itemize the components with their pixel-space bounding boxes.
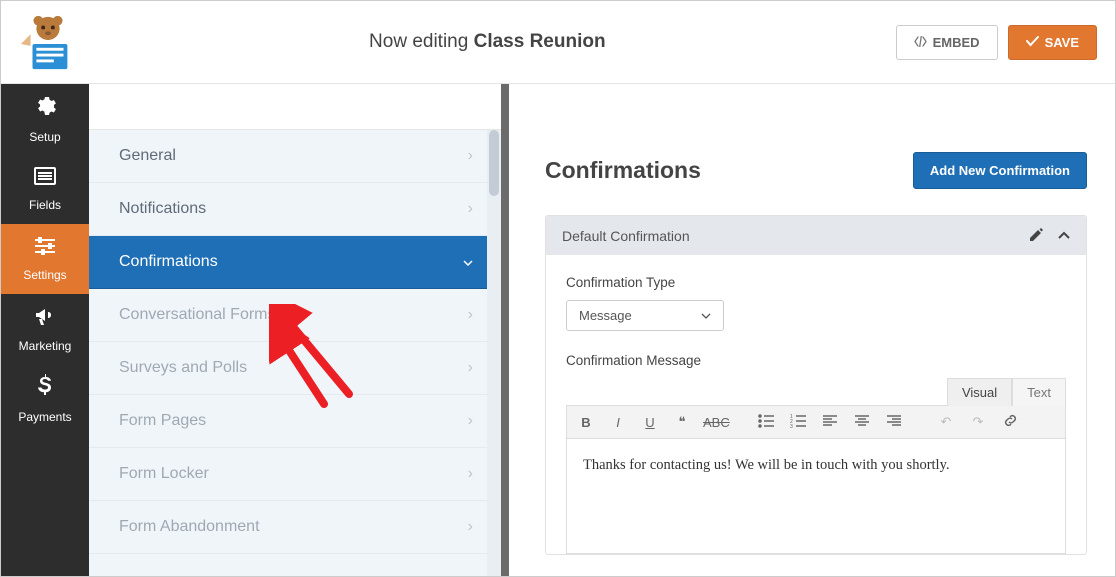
nav-label: Payments: [18, 410, 71, 424]
add-button-label: Add New Confirmation: [930, 163, 1070, 178]
settings-item-label: Notifications: [119, 200, 206, 218]
settings-item-label: Form Pages: [119, 412, 206, 430]
settings-item-label: Conversational Forms: [119, 306, 276, 324]
gear-icon: [33, 94, 57, 124]
confirmation-type-select[interactable]: Message: [566, 300, 724, 331]
nav-label: Settings: [23, 268, 66, 282]
settings-item-form-pages[interactable]: Form Pages ›: [89, 395, 501, 448]
scrollbar-thumb[interactable]: [489, 130, 499, 196]
confirmation-message-editor[interactable]: Thanks for contacting us! We will be in …: [566, 439, 1066, 554]
chevron-right-icon: ›: [468, 147, 473, 165]
check-icon: [1026, 35, 1039, 50]
redo-icon[interactable]: ↷: [967, 414, 989, 430]
chevron-right-icon: ›: [468, 359, 473, 377]
settings-scrollbar[interactable]: [487, 130, 501, 576]
link-icon[interactable]: [999, 413, 1021, 431]
align-right-icon[interactable]: [883, 415, 905, 430]
align-left-icon[interactable]: [819, 415, 841, 430]
chevron-right-icon: ›: [468, 306, 473, 324]
save-button[interactable]: SAVE: [1008, 25, 1097, 60]
nav-settings[interactable]: Settings: [1, 224, 89, 294]
tab-visual[interactable]: Visual: [947, 378, 1012, 406]
chevron-down-icon: [463, 253, 473, 271]
undo-icon[interactable]: ↶: [935, 414, 957, 430]
header-actions: EMBED SAVE: [896, 25, 1097, 60]
settings-item-label: Form Locker: [119, 465, 209, 483]
italic-icon[interactable]: I: [607, 415, 629, 430]
svg-text:3: 3: [790, 424, 793, 428]
editor-tabs: Visual Text: [566, 378, 1066, 406]
panel-header[interactable]: Default Confirmation: [546, 216, 1086, 255]
strikethrough-icon[interactable]: ABC: [703, 415, 725, 430]
settings-item-form-abandonment[interactable]: Form Abandonment ›: [89, 501, 501, 554]
editor-toolbar: B I U ❝ ABC 123: [566, 405, 1066, 439]
embed-button[interactable]: EMBED: [896, 25, 998, 60]
blockquote-icon[interactable]: ❝: [671, 414, 693, 430]
chevron-right-icon: ›: [468, 518, 473, 536]
settings-item-label: Surveys and Polls: [119, 359, 247, 377]
settings-item-label: Form Abandonment: [119, 518, 260, 536]
settings-item-label: Confirmations: [119, 253, 218, 271]
edit-icon[interactable]: [1030, 227, 1044, 244]
add-new-confirmation-button[interactable]: Add New Confirmation: [913, 152, 1087, 189]
chevron-right-icon: ›: [468, 465, 473, 483]
bullet-list-icon[interactable]: [755, 414, 777, 431]
chevron-right-icon: ›: [468, 412, 473, 430]
nav-marketing[interactable]: Marketing: [1, 294, 89, 364]
nav-fields[interactable]: Fields: [1, 154, 89, 224]
nav-setup[interactable]: Setup: [1, 84, 89, 154]
message-label: Confirmation Message: [566, 353, 1066, 368]
bold-icon[interactable]: B: [575, 415, 597, 430]
embed-label: EMBED: [933, 35, 980, 50]
settings-menu: General › Notifications › Confirmations …: [89, 130, 501, 554]
nav-label: Setup: [29, 130, 60, 144]
underline-icon[interactable]: U: [639, 415, 661, 430]
chevron-down-icon: [701, 310, 711, 322]
settings-item-form-locker[interactable]: Form Locker ›: [89, 448, 501, 501]
align-center-icon[interactable]: [851, 415, 873, 430]
settings-item-label: General: [119, 147, 176, 165]
panel-title: Default Confirmation: [562, 228, 690, 244]
nav-label: Fields: [29, 198, 61, 212]
title-prefix: Now editing: [369, 31, 468, 52]
wpforms-logo: [17, 11, 79, 73]
sliders-icon: [33, 236, 57, 262]
settings-item-confirmations[interactable]: Confirmations: [89, 236, 501, 289]
select-value: Message: [579, 308, 632, 323]
form-name: Class Reunion: [474, 31, 606, 52]
top-header: Now editing Class Reunion EMBED SAVE: [1, 1, 1115, 84]
content-header: Confirmations Add New Confirmation: [545, 152, 1087, 189]
nav-label: Marketing: [19, 339, 72, 353]
panel-body: Confirmation Type Message Confirmation M…: [546, 255, 1086, 554]
content-area: Confirmations Add New Confirmation Defau…: [501, 84, 1115, 576]
settings-sidebar: Settings General › Notifications › Confi…: [89, 84, 501, 576]
code-icon: [914, 35, 927, 50]
save-label: SAVE: [1045, 35, 1079, 50]
settings-item-notifications[interactable]: Notifications ›: [89, 183, 501, 236]
content-heading: Confirmations: [545, 157, 701, 184]
nav-payments[interactable]: Payments: [1, 364, 89, 434]
editor-content: Thanks for contacting us! We will be in …: [583, 457, 950, 473]
collapse-icon[interactable]: [1058, 227, 1070, 244]
settings-item-surveys-polls[interactable]: Surveys and Polls ›: [89, 342, 501, 395]
list-icon: [33, 166, 57, 192]
type-label: Confirmation Type: [566, 275, 1066, 290]
settings-item-conversational-forms[interactable]: Conversational Forms ›: [89, 289, 501, 342]
left-nav: Setup Fields Settings Marketing: [1, 84, 89, 576]
dollar-icon: [37, 374, 53, 404]
chevron-right-icon: ›: [468, 200, 473, 218]
numbered-list-icon[interactable]: 123: [787, 414, 809, 431]
bullhorn-icon: [33, 305, 57, 333]
confirmation-panel: Default Confirmation Confirmation Type M…: [545, 215, 1087, 555]
settings-item-general[interactable]: General ›: [89, 130, 501, 183]
tab-text[interactable]: Text: [1012, 378, 1066, 406]
page-title: Now editing Class Reunion: [79, 31, 896, 53]
panel-actions: [1030, 227, 1070, 244]
